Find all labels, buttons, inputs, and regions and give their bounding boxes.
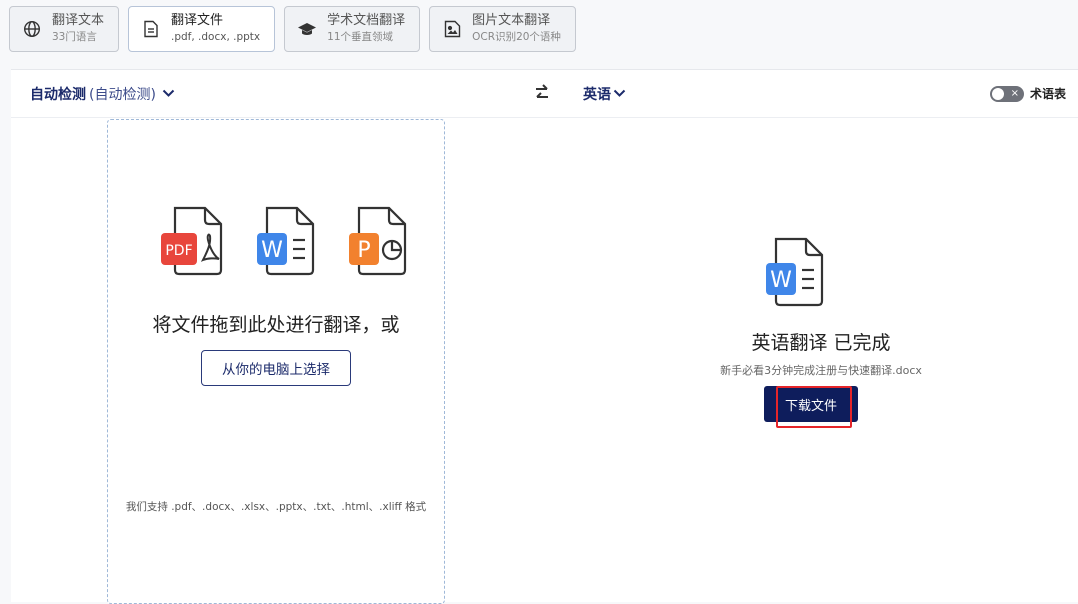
tab-subtitle: .pdf, .docx, .pptx (171, 31, 261, 43)
toggle-knob (991, 87, 1004, 100)
tab-academic-translate[interactable]: 学术文档翻译 11个垂直领域 (284, 6, 421, 52)
image-icon (442, 19, 462, 39)
glossary-control: × 术语表 (989, 85, 1066, 102)
tab-subtitle: 33门语言 (52, 31, 97, 43)
glossary-label: 术语表 (1029, 87, 1066, 101)
pdf-badge-text: PDF (165, 243, 192, 259)
chevron-down-icon (613, 86, 626, 102)
tab-translate-file[interactable]: 翻译文件 .pdf, .docx, .pptx (128, 6, 276, 52)
result-word-file-icon: W (764, 237, 838, 313)
result-title: 英语翻译 已完成 (751, 332, 891, 354)
word-file-icon: W (251, 204, 333, 278)
target-language-label: 英语 (583, 87, 611, 103)
target-language-selector[interactable]: 英语 (583, 84, 626, 104)
mode-tabs: 翻译文本 33门语言 翻译文件 .pdf, .docx, .pptx 学术文档翻… (9, 6, 576, 52)
tab-title: 翻译文本 (52, 13, 105, 28)
drop-instruction: 将文件拖到此处进行翻译，或 (152, 314, 400, 336)
globe-icon (22, 19, 42, 39)
word-badge-text: W (261, 238, 283, 263)
tab-translate-text[interactable]: 翻译文本 33门语言 (9, 6, 120, 52)
chevron-down-icon (162, 86, 175, 102)
tab-subtitle: 11个垂直领域 (327, 31, 394, 43)
toggle-off-mark: × (1010, 87, 1019, 99)
ppt-file-icon: P (343, 204, 425, 278)
language-bar: 自动检测 (自动检测) 英语 × 术语表 (11, 70, 1078, 118)
supported-formats-text: 我们支持 .pdf、.docx、.xlsx、.pptx、.txt、.html、.… (125, 501, 427, 513)
result-word-badge-text: W (770, 268, 792, 293)
tab-title: 翻译文件 (171, 13, 224, 28)
tab-subtitle: OCR识别20个语种 (472, 31, 561, 43)
source-language-label: 自动检测 (30, 87, 86, 103)
ppt-badge-text: P (357, 238, 370, 263)
choose-file-button[interactable]: 从你的电脑上选择 (201, 350, 351, 386)
file-type-icons: PDF W P (159, 204, 425, 278)
tab-title: 图片文本翻译 (472, 13, 551, 28)
pdf-file-icon: PDF (159, 204, 241, 278)
source-language-selector[interactable]: 自动检测 (自动检测) (30, 84, 175, 104)
graduation-cap-icon (297, 19, 317, 39)
swap-languages-icon[interactable] (534, 83, 550, 107)
tab-image-translate[interactable]: 图片文本翻译 OCR识别20个语种 (429, 6, 576, 52)
download-file-button[interactable]: 下载文件 (764, 386, 858, 422)
document-icon (141, 19, 161, 39)
glossary-toggle[interactable]: × (989, 85, 1024, 102)
file-drop-zone[interactable]: PDF W P 将文件拖到此处进行翻译，或 从你的电脑上选择 我们支持 .pdf… (107, 119, 445, 604)
detected-language-label: (自动检测) (89, 87, 156, 103)
translation-panel: 自动检测 (自动检测) 英语 × 术语表 PDF W P 将文件拖到此处进行翻译… (11, 69, 1078, 604)
tab-title: 学术文档翻译 (327, 13, 406, 28)
result-file-name: 新手必看3分钟完成注册与快速翻译.docx (720, 364, 922, 377)
